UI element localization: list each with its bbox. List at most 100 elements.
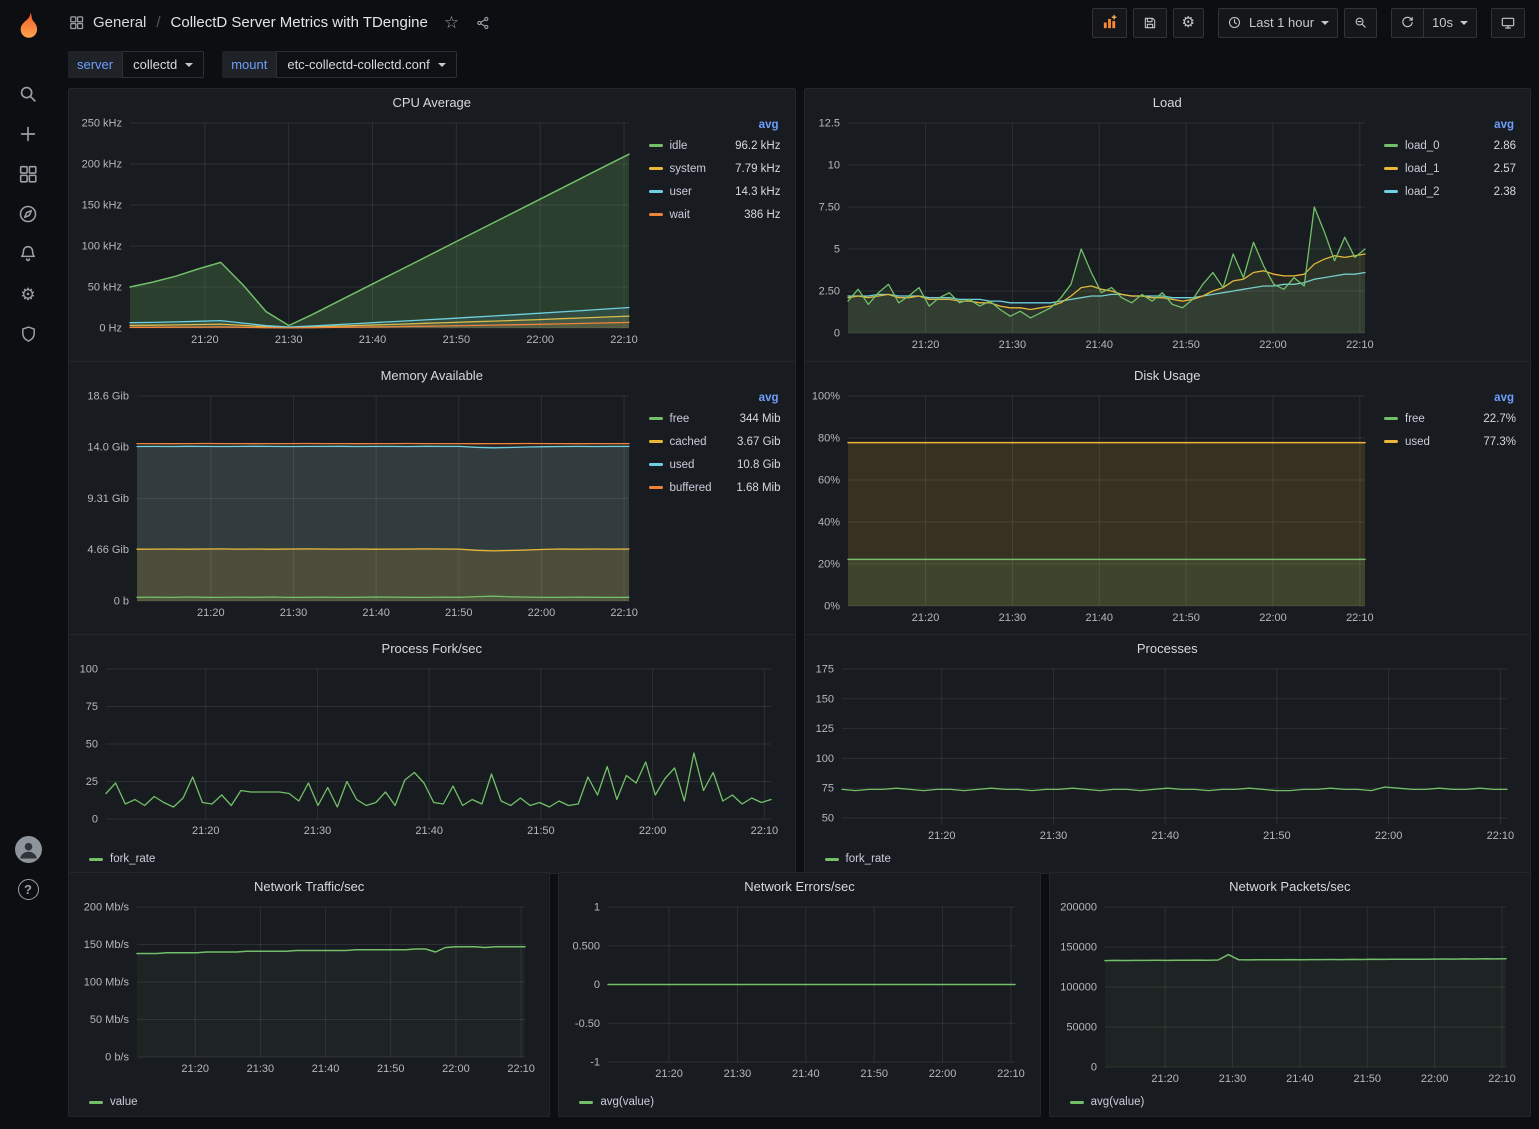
- svg-text:21:30: 21:30: [247, 1063, 275, 1075]
- svg-text:21:20: 21:20: [911, 612, 939, 624]
- legend-item[interactable]: free344 Mib: [649, 407, 781, 430]
- time-series-chart[interactable]: 0 b4.66 Gib9.31 Gib14.0 Gib18.6 Gib21:20…: [73, 388, 645, 631]
- svg-text:21:30: 21:30: [724, 1068, 752, 1080]
- time-series-chart[interactable]: 05000010000015000020000021:2021:3021:402…: [1054, 899, 1522, 1092]
- legend: avgload_02.86load_12.57load_22.38: [1380, 115, 1522, 358]
- user-avatar[interactable]: [15, 836, 42, 863]
- legend-item[interactable]: load_12.57: [1384, 157, 1516, 180]
- svg-text:-0.50: -0.50: [575, 1018, 600, 1030]
- series-name: used: [1405, 436, 1483, 448]
- alerting-bell-icon[interactable]: [16, 242, 40, 266]
- svg-text:21:30: 21:30: [1218, 1073, 1246, 1085]
- save-dashboard-button[interactable]: [1133, 8, 1167, 38]
- legend-item[interactable]: used10.8 Gib: [649, 453, 781, 476]
- svg-text:22:10: 22:10: [751, 825, 779, 837]
- series-color-dash: [649, 190, 663, 193]
- legend-item[interactable]: idle96.2 kHz: [649, 134, 781, 157]
- svg-text:200 Mb/s: 200 Mb/s: [84, 902, 130, 914]
- chevron-down-icon: [185, 63, 193, 67]
- configuration-gear-icon[interactable]: ⚙: [16, 282, 40, 306]
- legend-item[interactable]: buffered1.68 Mib: [649, 476, 781, 499]
- svg-text:100 Mb/s: 100 Mb/s: [84, 977, 130, 989]
- series-name: used: [670, 459, 738, 471]
- time-range-picker[interactable]: Last 1 hour: [1218, 8, 1338, 38]
- time-range-label: Last 1 hour: [1249, 15, 1314, 30]
- variable-mount-dropdown[interactable]: etc-collectd-collectd.conf: [276, 51, 456, 78]
- refresh-button[interactable]: [1391, 8, 1423, 38]
- panel-title[interactable]: Network Traffic/sec: [69, 873, 549, 899]
- series-name: avg(value): [1091, 1096, 1145, 1108]
- panel-title[interactable]: Network Errors/sec: [559, 873, 1039, 899]
- panel-title[interactable]: Processes: [805, 635, 1531, 661]
- panel-network-errors: Network Errors/sec -1-0.5000.500121:2021…: [558, 872, 1040, 1117]
- panel-title[interactable]: CPU Average: [69, 89, 795, 115]
- legend-item[interactable]: avg(value): [579, 1092, 654, 1112]
- svg-text:21:50: 21:50: [527, 825, 555, 837]
- variable-server-dropdown[interactable]: collectd: [122, 51, 204, 78]
- zoom-out-button[interactable]: [1344, 8, 1377, 38]
- series-color-dash: [649, 167, 663, 170]
- legend-item[interactable]: user14.3 kHz: [649, 180, 781, 203]
- panel-title[interactable]: Process Fork/sec: [69, 635, 795, 661]
- create-plus-icon[interactable]: [16, 122, 40, 146]
- time-series-chart[interactable]: -1-0.5000.500121:2021:3021:4021:5022:002…: [563, 899, 1031, 1092]
- svg-text:21:20: 21:20: [181, 1063, 209, 1075]
- time-series-chart[interactable]: 0 Hz50 kHz100 kHz150 kHz200 kHz250 kHz21…: [73, 115, 645, 358]
- svg-text:21:20: 21:20: [1151, 1073, 1179, 1085]
- svg-text:0: 0: [594, 979, 600, 991]
- refresh-interval-picker[interactable]: 10s: [1423, 8, 1477, 38]
- add-panel-button[interactable]: [1092, 8, 1127, 38]
- legend-item[interactable]: used77.3%: [1384, 430, 1516, 453]
- legend-item[interactable]: cached3.67 Gib: [649, 430, 781, 453]
- help-icon[interactable]: ?: [16, 877, 40, 901]
- top-nav: General / CollectD Server Metrics with T…: [56, 0, 1539, 45]
- legend-avg-header: avg: [1384, 392, 1516, 404]
- panel-title[interactable]: Load: [805, 89, 1531, 115]
- svg-text:0 b: 0 b: [114, 596, 129, 608]
- dashboards-icon[interactable]: [16, 162, 40, 186]
- time-series-chart[interactable]: 0 b/s50 Mb/s100 Mb/s150 Mb/s200 Mb/s21:2…: [73, 899, 541, 1092]
- time-series-chart[interactable]: 025507510021:2021:3021:4021:5022:0022:10: [73, 661, 787, 849]
- series-avg-value: 22.7%: [1483, 413, 1516, 425]
- cycle-view-mode-button[interactable]: [1491, 8, 1525, 38]
- add-panel-icon: [1101, 14, 1118, 31]
- panel-title[interactable]: Disk Usage: [805, 362, 1531, 388]
- legend-item[interactable]: wait386 Hz: [649, 203, 781, 226]
- legend-item[interactable]: value: [89, 1092, 138, 1112]
- breadcrumb-separator: /: [154, 14, 162, 31]
- svg-text:12.5: 12.5: [818, 118, 839, 130]
- server-admin-shield-icon[interactable]: [16, 322, 40, 346]
- svg-text:18.6 Gib: 18.6 Gib: [87, 391, 129, 403]
- breadcrumb-folder[interactable]: General: [93, 14, 146, 31]
- panel-title[interactable]: Memory Available: [69, 362, 795, 388]
- share-dashboard-icon[interactable]: [475, 15, 491, 31]
- time-series-chart[interactable]: 02.5057.501012.521:2021:3021:4021:5022:0…: [809, 115, 1381, 358]
- panel-title[interactable]: Network Packets/sec: [1050, 873, 1530, 899]
- legend-item[interactable]: avg(value): [1070, 1092, 1145, 1112]
- time-series-chart[interactable]: 0%20%40%60%80%100%21:2021:3021:4021:5022…: [809, 388, 1381, 631]
- dashboard-settings-button[interactable]: ⚙: [1173, 8, 1204, 38]
- svg-text:21:30: 21:30: [998, 339, 1026, 351]
- grafana-logo[interactable]: [11, 10, 45, 44]
- explore-compass-icon[interactable]: [16, 202, 40, 226]
- time-series-chart[interactable]: 507510012515017521:2021:3021:4021:5022:0…: [809, 661, 1523, 849]
- series-color-dash: [89, 1101, 103, 1104]
- svg-text:21:40: 21:40: [1085, 612, 1113, 624]
- chevron-down-icon: [438, 63, 446, 67]
- svg-text:10: 10: [827, 160, 839, 172]
- legend-item[interactable]: load_02.86: [1384, 134, 1516, 157]
- legend-item[interactable]: load_22.38: [1384, 180, 1516, 203]
- dashboard-title[interactable]: CollectD Server Metrics with TDengine: [171, 14, 428, 31]
- svg-text:22:00: 22:00: [1421, 1073, 1449, 1085]
- star-dashboard-icon[interactable]: ☆: [444, 13, 459, 33]
- legend-item[interactable]: fork_rate: [825, 849, 891, 869]
- legend-item[interactable]: system7.79 kHz: [649, 157, 781, 180]
- series-avg-value: 2.38: [1494, 186, 1516, 198]
- svg-text:21:30: 21:30: [1039, 830, 1067, 842]
- search-icon[interactable]: [16, 82, 40, 106]
- legend-item[interactable]: fork_rate: [89, 849, 155, 869]
- legend-item[interactable]: free22.7%: [1384, 407, 1516, 430]
- svg-text:21:20: 21:20: [656, 1068, 684, 1080]
- svg-text:21:50: 21:50: [445, 607, 473, 619]
- svg-text:21:40: 21:40: [792, 1068, 820, 1080]
